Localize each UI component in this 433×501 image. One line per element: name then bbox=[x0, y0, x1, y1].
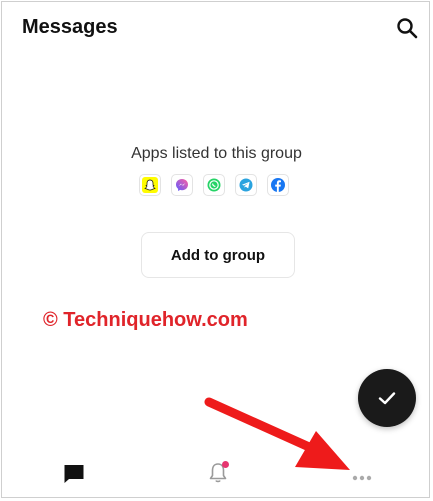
nav-notifications[interactable] bbox=[206, 460, 232, 491]
check-icon bbox=[378, 392, 396, 405]
confirm-fab[interactable] bbox=[358, 369, 416, 427]
messenger-icon[interactable] bbox=[171, 174, 193, 196]
header: Messages bbox=[22, 16, 419, 44]
bell-icon bbox=[209, 461, 229, 483]
more-icon bbox=[352, 475, 372, 481]
telegram-icon[interactable] bbox=[235, 174, 257, 196]
app-list bbox=[139, 174, 289, 196]
search-button[interactable] bbox=[395, 16, 419, 40]
facebook-icon[interactable] bbox=[267, 174, 289, 196]
snapchat-icon[interactable] bbox=[139, 174, 161, 196]
whatsapp-icon[interactable] bbox=[203, 174, 225, 196]
add-to-group-button[interactable]: Add to group bbox=[141, 232, 295, 278]
search-icon bbox=[397, 18, 418, 39]
bottom-nav bbox=[0, 455, 433, 495]
nav-chats[interactable] bbox=[62, 462, 86, 491]
notification-dot bbox=[222, 461, 229, 468]
chat-icon bbox=[64, 465, 84, 483]
group-label: Apps listed to this group bbox=[131, 145, 302, 162]
page-title: Messages bbox=[22, 16, 118, 38]
nav-more[interactable] bbox=[351, 469, 373, 487]
watermark: © Techniquehow.com bbox=[43, 309, 248, 331]
